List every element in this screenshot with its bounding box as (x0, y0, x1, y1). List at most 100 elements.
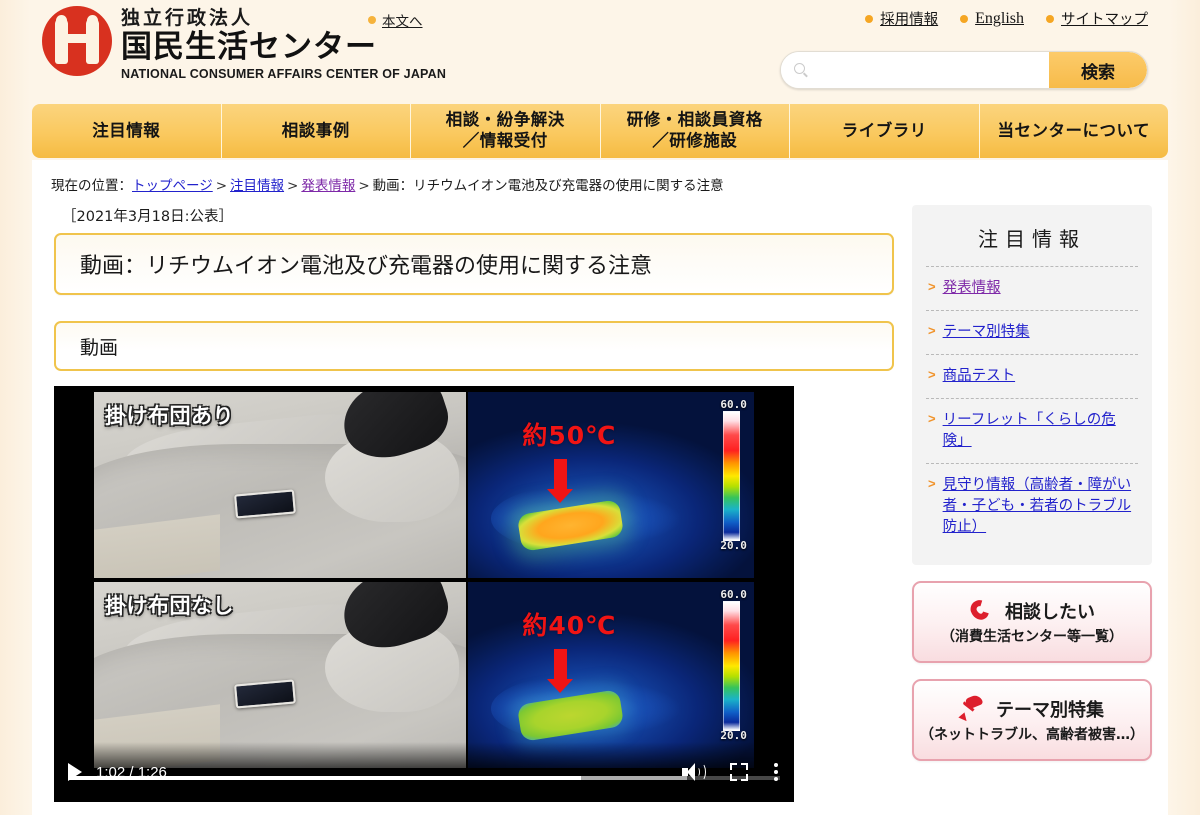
sidebar-item-leaflet-label[interactable]: リーフレット「くらしの危険」 (943, 410, 1136, 452)
nav-item-training-line2: ／研修施設 (652, 131, 738, 150)
nav-item-training[interactable]: 研修・相談員資格 ／研修施設 (600, 104, 790, 158)
bullet-icon (960, 14, 969, 23)
nav-item-library-line1: ライブラリ (841, 120, 927, 140)
skip-to-content-link[interactable]: 本文へ (368, 10, 423, 30)
thermal-scale-min: 20.0 (720, 728, 747, 742)
nav-item-consultation-cases[interactable]: 相談事例 (221, 104, 411, 158)
logo-mark-icon (42, 6, 112, 76)
bullet-icon (1046, 14, 1054, 23)
nav-item-featured-info-line1: 注目情報 (92, 120, 161, 140)
breadcrumb-link-top[interactable]: トップページ (132, 178, 213, 194)
utility-link-recruit[interactable]: 採用情報 (865, 8, 938, 29)
search-input[interactable] (809, 52, 1049, 88)
video-frame: 掛け布団あり 約50℃ 60.0 20.0 掛け布団なし 約40℃ 60.0 2… (54, 386, 794, 802)
main-column: ［2021年3月18日:公表］ 動画：リチウムイオン電池及び充電器の使用に関する… (32, 205, 894, 802)
thermal-color-scale (722, 410, 740, 541)
page-title: 動画：リチウムイオン電池及び充電器の使用に関する注意 (54, 233, 894, 295)
sidebar-button-theme[interactable]: テーマ別特集 （ネットトラブル、高齢者被害…） (912, 679, 1152, 762)
nav-item-training-line1: 研修・相談員資格 (626, 110, 763, 130)
breadcrumb-current-page: 動画：リチウムイオン電池及び充電器の使用に関する注意 (372, 178, 724, 194)
chevron-right-icon: > (928, 279, 936, 294)
breadcrumb-separator: > (358, 178, 370, 194)
thermal-arrow-icon (546, 648, 573, 693)
utility-link-english-label: English (975, 9, 1024, 27)
sidebar-panel-featured: 注目情報 > 発表情報 > テーマ別特集 > 商品テスト > リーフレット「くら… (912, 205, 1152, 566)
breadcrumb-prefix: 現在の位置： (51, 178, 132, 194)
nav-item-about-center[interactable]: 当センターについて (979, 104, 1168, 158)
breadcrumb-separator: > (215, 178, 228, 194)
video-panel-top-left: 掛け布団あり (94, 392, 466, 578)
sidebar-item-theme-features-label[interactable]: テーマ別特集 (943, 322, 1030, 343)
video-panel-bottom-left: 掛け布団なし (94, 582, 466, 768)
search-bar: 検索 (780, 51, 1148, 89)
search-button[interactable]: 検索 (1049, 52, 1147, 88)
nav-item-library[interactable]: ライブラリ (790, 104, 980, 158)
video-panel-label-without-duvet: 掛け布団なし (105, 594, 234, 618)
chevron-right-icon: > (928, 411, 936, 427)
global-nav: 注目情報 相談事例 相談・紛争解決 ／情報受付 研修・相談員資格 ／研修施設 ラ… (32, 104, 1168, 158)
sidebar-item-product-tests[interactable]: > 商品テスト (926, 354, 1138, 398)
search-input-zone[interactable] (781, 52, 1049, 88)
sidebar-button-theme-sublabel: （ネットトラブル、高齢者被害…） (920, 727, 1144, 744)
sidebar-panel-title: 注目情報 (978, 227, 1086, 251)
thermal-arrow-icon (546, 458, 573, 503)
sidebar-item-theme-features[interactable]: > テーマ別特集 (926, 310, 1138, 354)
breadcrumb-separator: > (287, 178, 299, 194)
pin-icon (958, 693, 986, 724)
thermal-temp-label-40: 約40℃ (522, 611, 617, 641)
nav-item-dispute-resolution[interactable]: 相談・紛争解決 ／情報受付 (411, 104, 601, 158)
logo-title: 国民生活センター (121, 28, 377, 65)
sidebar-item-leaflet[interactable]: > リーフレット「くらしの危険」 (926, 398, 1138, 463)
publish-date: ［2021年3月18日:公表］ (62, 209, 233, 225)
sidebar-item-announcements[interactable]: > 発表情報 (926, 266, 1138, 310)
sidebar: 注目情報 > 発表情報 > テーマ別特集 > 商品テスト > リーフレット「くら… (894, 205, 1152, 802)
nav-item-featured-info[interactable]: 注目情報 (32, 104, 222, 158)
breadcrumb-link-announcements[interactable]: 発表情報 (301, 178, 355, 194)
chevron-right-icon: > (928, 323, 936, 339)
video-progress-bar[interactable] (68, 776, 780, 780)
video-panel-label-with-duvet: 掛け布団あり (105, 404, 234, 428)
thermal-scale-max: 60.0 (720, 397, 747, 411)
video-panel-bottom-right: 約40℃ 60.0 20.0 (468, 582, 754, 768)
thermal-scale-min: 20.0 (720, 538, 747, 552)
site-header: 独立行政法人 国民生活センター NATIONAL CONSUMER AFFAIR… (0, 0, 1200, 100)
utility-link-recruit-label: 採用情報 (880, 12, 939, 28)
nav-item-dispute-resolution-line2: ／情報受付 (462, 131, 548, 150)
nav-item-consultation-cases-line1: 相談事例 (281, 120, 350, 140)
thermal-image-warm: 約40℃ 60.0 20.0 (468, 582, 754, 768)
utility-nav: 採用情報 English サイトマップ (865, 8, 1148, 29)
utility-link-sitemap-label: サイトマップ (1061, 12, 1148, 28)
bullet-icon (368, 16, 376, 24)
chevron-right-icon: > (928, 476, 936, 492)
page-root: 独立行政法人 国民生活センター NATIONAL CONSUMER AFFAIR… (0, 0, 1200, 815)
sidebar-item-product-tests-label[interactable]: 商品テスト (943, 366, 1016, 387)
skip-to-content-label: 本文へ (382, 14, 423, 29)
sidebar-item-watch-info[interactable]: > 見守り情報（高齢者・障がい者・子ども・若者のトラブル防止） (926, 463, 1138, 549)
thermal-image-hot: 約50℃ 60.0 20.0 (468, 392, 754, 578)
bullet-icon (865, 14, 874, 23)
video-played-bar (68, 776, 581, 780)
search-icon (794, 62, 809, 78)
nav-item-dispute-resolution-line1: 相談・紛争解決 (445, 110, 565, 130)
utility-link-sitemap[interactable]: サイトマップ (1046, 8, 1148, 29)
breadcrumb: 現在の位置：トップページ > 注目情報 > 発表情報 > 動画：リチウムイオン電池及び充電器… (32, 160, 1168, 194)
section-heading-video: 動画 (54, 321, 894, 371)
thermal-temp-label-50: 約50℃ (522, 421, 617, 451)
chevron-right-icon: > (928, 367, 936, 383)
sidebar-button-consult[interactable]: 相談したい （消費生活センター等一覧） (912, 581, 1152, 664)
sidebar-button-consult-sublabel: （消費生活センター等一覧） (941, 629, 1123, 646)
phone-icon (967, 597, 995, 624)
breadcrumb-link-featured[interactable]: 注目情報 (230, 178, 284, 194)
content-area: 現在の位置：トップページ > 注目情報 > 発表情報 > 動画：リチウムイオン電池及び充電器… (32, 160, 1168, 815)
thermal-scale-max: 60.0 (720, 587, 747, 601)
thermal-color-scale (722, 600, 740, 731)
video-player[interactable]: 掛け布団あり 約50℃ 60.0 20.0 掛け布団なし 約40℃ 60.0 2… (54, 386, 794, 802)
sidebar-button-consult-label: 相談したい (1005, 602, 1095, 624)
utility-link-english[interactable]: English (960, 10, 1024, 28)
sidebar-button-theme-label: テーマ別特集 (996, 700, 1104, 722)
logo-english-title: NATIONAL CONSUMER AFFAIRS CENTER OF JAPA… (121, 66, 447, 81)
video-panel-top-right: 約50℃ 60.0 20.0 (468, 392, 754, 578)
nav-item-about-center-line1: 当センターについて (997, 120, 1150, 140)
sidebar-item-watch-info-label[interactable]: 見守り情報（高齢者・障がい者・子ども・若者のトラブル防止） (943, 475, 1136, 538)
sidebar-item-announcements-label[interactable]: 発表情報 (943, 278, 1001, 299)
